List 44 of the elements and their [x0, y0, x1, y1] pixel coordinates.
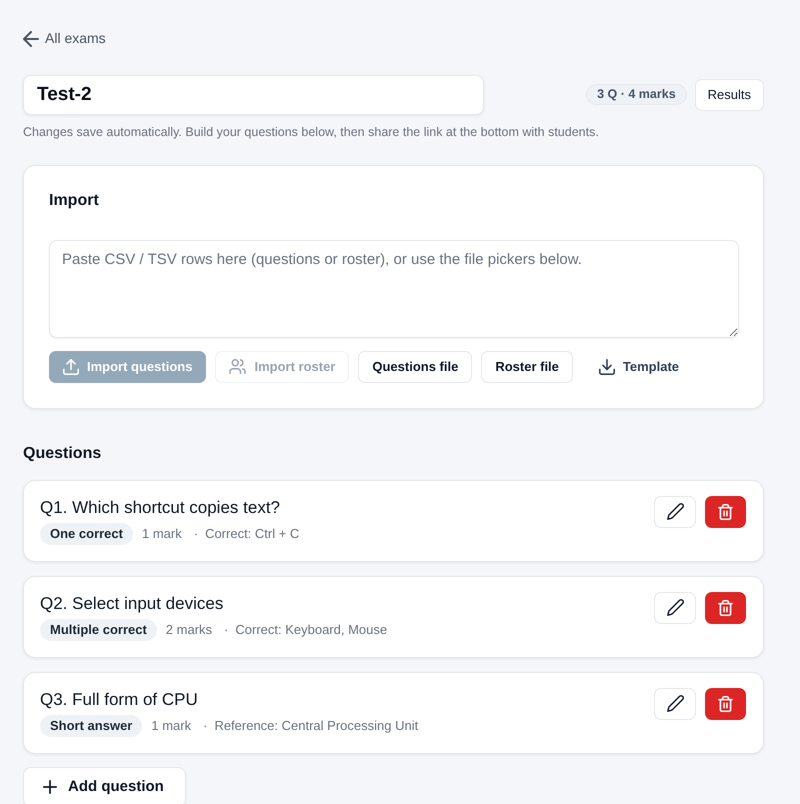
- type-tag: Multiple correct: [40, 618, 157, 640]
- separator-dot: ·: [203, 716, 208, 734]
- file-picker-button[interactable]: Questions file: [358, 350, 472, 382]
- answer-text: Correct: Keyboard, Mouse: [235, 620, 388, 639]
- edit-button[interactable]: [654, 592, 696, 624]
- users-icon: [229, 359, 246, 374]
- edit-button[interactable]: [654, 496, 696, 528]
- pencil-icon: [666, 695, 684, 712]
- type-tag: Short answer: [40, 714, 142, 736]
- delete-button[interactable]: [705, 688, 746, 720]
- download-icon: [598, 358, 615, 374]
- summary-badge: 3 Q · 4 marks: [586, 84, 687, 105]
- type-tag: One correct: [40, 522, 133, 544]
- file-picker-button[interactable]: Roster file: [481, 350, 573, 382]
- import-heading: Import: [49, 190, 100, 210]
- marks-text: 1 mark: [142, 524, 182, 542]
- answer-text: Reference: Central Processing Unit: [214, 716, 418, 735]
- upload-icon: [63, 358, 79, 374]
- trash-icon: [718, 600, 733, 616]
- question-title: Q2. Select input devices: [40, 592, 224, 614]
- marks-text: 1 mark: [151, 716, 192, 734]
- section-heading: Questions: [23, 444, 102, 464]
- back-link[interactable]: All exams: [23, 30, 106, 47]
- question-title: Q3. Full form of CPU: [40, 688, 199, 710]
- marks-text: 2 marks: [166, 620, 212, 638]
- add-question-button[interactable]: Add question: [23, 766, 186, 804]
- pencil-icon: [666, 599, 684, 616]
- delete-button[interactable]: [705, 592, 746, 624]
- trash-icon: [718, 696, 733, 712]
- results-button[interactable]: Results: [694, 78, 764, 110]
- edit-button[interactable]: [654, 688, 696, 720]
- answer-text: Correct: Ctrl + C: [205, 524, 300, 542]
- arrow-left-icon: [23, 30, 39, 46]
- trash-icon: [718, 504, 733, 520]
- separator-dot: ·: [224, 620, 228, 638]
- question-title: Q1. Which shortcut copies text?: [40, 496, 281, 518]
- separator-dot: ·: [194, 524, 198, 542]
- plus-icon: [43, 780, 57, 794]
- hint-text: Changes save automatically. Build your questions below, then share the link at the bottom with students.: [23, 124, 600, 140]
- delete-button[interactable]: [705, 496, 746, 528]
- title-field[interactable]: Test-2: [23, 74, 484, 114]
- pencil-icon: [666, 503, 684, 520]
- paste-field[interactable]: Paste CSV / TSV rows here (questions or roster), or use the file pickers below.: [49, 240, 739, 338]
- template-link[interactable]: Template: [592, 350, 686, 382]
